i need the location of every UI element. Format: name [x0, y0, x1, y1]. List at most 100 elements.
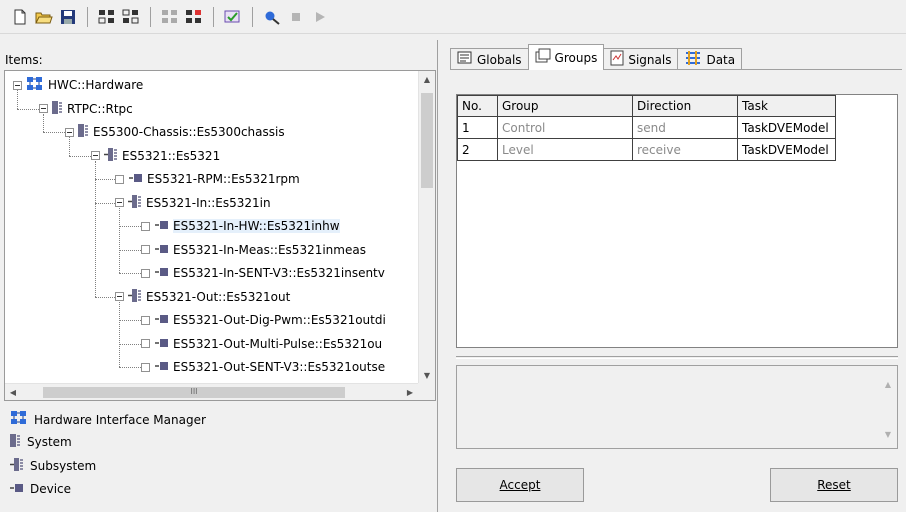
- tree-node-label: ES5300-Chassis::Es5300chassis: [93, 125, 285, 139]
- panel-splitter[interactable]: [437, 40, 441, 512]
- column-header[interactable]: Group: [497, 95, 633, 117]
- table-cell[interactable]: Level: [497, 138, 633, 161]
- scroll-up-arrow-icon[interactable]: ▲: [880, 380, 896, 389]
- hardware-tree[interactable]: ▲ ▼ ◀ III ▶ HWC::HardwareRTPC::RtpcES530…: [4, 70, 436, 401]
- table-cell[interactable]: send: [632, 116, 738, 139]
- tree-connector-line: [69, 155, 91, 157]
- tree-node[interactable]: ES5321-Out::Es5321out: [115, 288, 290, 306]
- connect-module-icon[interactable]: [184, 7, 204, 27]
- device-icon: [10, 482, 24, 496]
- tree-node[interactable]: RTPC::Rtpc: [39, 100, 133, 118]
- scroll-right-arrow-icon[interactable]: ▶: [402, 384, 418, 400]
- tree-connector-line: [43, 113, 44, 132]
- collapse-toggle-icon[interactable]: [115, 198, 124, 207]
- new-file-icon[interactable]: [10, 7, 30, 27]
- scroll-left-arrow-icon[interactable]: ◀: [5, 384, 21, 400]
- device-icon: [155, 243, 169, 257]
- description-scrollbar[interactable]: ▲ ▼: [880, 366, 897, 448]
- accept-button[interactable]: Accept: [456, 468, 584, 502]
- hwm-icon: [10, 410, 28, 429]
- horizontal-splitter[interactable]: [456, 356, 898, 359]
- column-header[interactable]: Task: [737, 95, 836, 117]
- toolbar-separator: [252, 6, 253, 27]
- search-icon[interactable]: [262, 7, 282, 27]
- checkbox[interactable]: [141, 315, 150, 325]
- add-module-icon[interactable]: [97, 7, 117, 27]
- legend-item: Hardware Interface Manager: [10, 410, 206, 429]
- disabled-module-icon[interactable]: [160, 7, 180, 27]
- legend-label: Subsystem: [30, 459, 97, 473]
- scroll-up-arrow-icon[interactable]: ▲: [419, 71, 435, 88]
- groups-table-container[interactable]: No. Group Direction Task 1 Control send TaskDV…: [456, 94, 898, 348]
- tree-node[interactable]: ES5321-Out-Dig-Pwm::Es5321outdi: [141, 311, 386, 329]
- checkbox[interactable]: [141, 268, 150, 278]
- legend-item: Device: [10, 482, 71, 496]
- horizontal-scroll-thumb[interactable]: III: [43, 387, 345, 398]
- checkbox[interactable]: [141, 339, 150, 348]
- tree-node[interactable]: ES5321-In-HW::Es5321inhw: [141, 217, 340, 235]
- tab-globals[interactable]: Globals: [450, 48, 529, 70]
- tree-node-label: ES5321-In-SENT-V3::Es5321insentv: [173, 266, 385, 280]
- groups-icon: [535, 48, 551, 67]
- column-header[interactable]: Direction: [632, 95, 738, 117]
- description-box[interactable]: ▲ ▼: [456, 365, 898, 449]
- checkbox[interactable]: [141, 245, 150, 254]
- table-cell[interactable]: Control: [497, 116, 633, 139]
- tree-node-label: ES5321-In-Meas::Es5321inmeas: [173, 242, 366, 257]
- tab-groups[interactable]: Groups: [527, 44, 605, 70]
- table-cell[interactable]: 2: [457, 138, 498, 161]
- tree-horizontal-scrollbar[interactable]: ◀ III ▶: [5, 383, 418, 400]
- check-icon[interactable]: [223, 7, 243, 27]
- stop-icon[interactable]: [286, 7, 306, 27]
- tree-node[interactable]: HWC::Hardware: [13, 76, 143, 94]
- collapse-toggle-icon[interactable]: [91, 151, 100, 160]
- tree-connector-line: [95, 202, 115, 204]
- tree-vertical-scrollbar[interactable]: ▲ ▼: [418, 71, 435, 384]
- play-icon[interactable]: [310, 7, 330, 27]
- tree-node[interactable]: ES5321-In-Meas::Es5321inmeas: [141, 241, 366, 259]
- groups-tab-content: No. Group Direction Task 1 Control send TaskDV…: [450, 69, 902, 512]
- device-icon: [155, 219, 169, 233]
- reset-button[interactable]: Reset: [770, 468, 898, 502]
- save-icon[interactable]: [58, 7, 78, 27]
- tree-node[interactable]: ES5321-Out-SENT-V3::Es5321outse: [141, 358, 385, 376]
- checkbox[interactable]: [141, 221, 150, 231]
- table-cell[interactable]: 1: [457, 116, 498, 139]
- legend-item: System: [10, 434, 72, 450]
- table-cell[interactable]: TaskDVEModel: [737, 138, 836, 161]
- scroll-thumb[interactable]: [421, 93, 433, 188]
- tree-node[interactable]: ES5300-Chassis::Es5300chassis: [65, 123, 285, 141]
- checkbox[interactable]: [141, 362, 150, 372]
- checkbox[interactable]: [115, 174, 124, 184]
- tree-node[interactable]: ES5321-Out-Multi-Pulse::Es5321ou: [141, 335, 382, 353]
- tree-node[interactable]: ES5321-In::Es5321in: [115, 194, 271, 212]
- reset-button-label: Reset: [817, 478, 851, 492]
- tree-node[interactable]: ES5321::Es5321: [91, 147, 220, 165]
- subsystem-icon: [128, 288, 142, 305]
- table-cell[interactable]: TaskDVEModel: [737, 116, 836, 139]
- signals-icon: [610, 50, 624, 69]
- tree-connector-line: [119, 343, 141, 345]
- table-row[interactable]: 1 Control send TaskDVEModel: [457, 116, 836, 139]
- table-cell[interactable]: receive: [632, 138, 738, 161]
- open-folder-icon[interactable]: [34, 7, 54, 27]
- data-icon: [684, 50, 702, 69]
- tree-node[interactable]: ES5321-RPM::Es5321rpm: [115, 170, 300, 188]
- collapse-toggle-icon[interactable]: [65, 127, 74, 137]
- device-icon: [155, 337, 169, 351]
- table-row[interactable]: 2 Level receive TaskDVEModel: [457, 138, 836, 161]
- tree-connector-line: [95, 296, 115, 298]
- scroll-down-arrow-icon[interactable]: ▼: [880, 430, 896, 439]
- scroll-down-arrow-icon[interactable]: ▼: [419, 367, 435, 384]
- tab-bar: Globals Groups Signals Data: [450, 44, 743, 70]
- tree-node[interactable]: ES5321-In-SENT-V3::Es5321insentv: [141, 264, 385, 282]
- tree-connector-line: [119, 226, 141, 227]
- tab-signals[interactable]: Signals: [603, 48, 679, 70]
- collapse-toggle-icon[interactable]: [115, 292, 124, 301]
- column-header[interactable]: No.: [457, 95, 498, 117]
- remove-module-icon[interactable]: [121, 7, 141, 27]
- tree-connector-line: [95, 160, 96, 297]
- collapse-toggle-icon[interactable]: [13, 80, 22, 90]
- tab-data[interactable]: Data: [677, 48, 743, 70]
- collapse-toggle-icon[interactable]: [39, 104, 48, 113]
